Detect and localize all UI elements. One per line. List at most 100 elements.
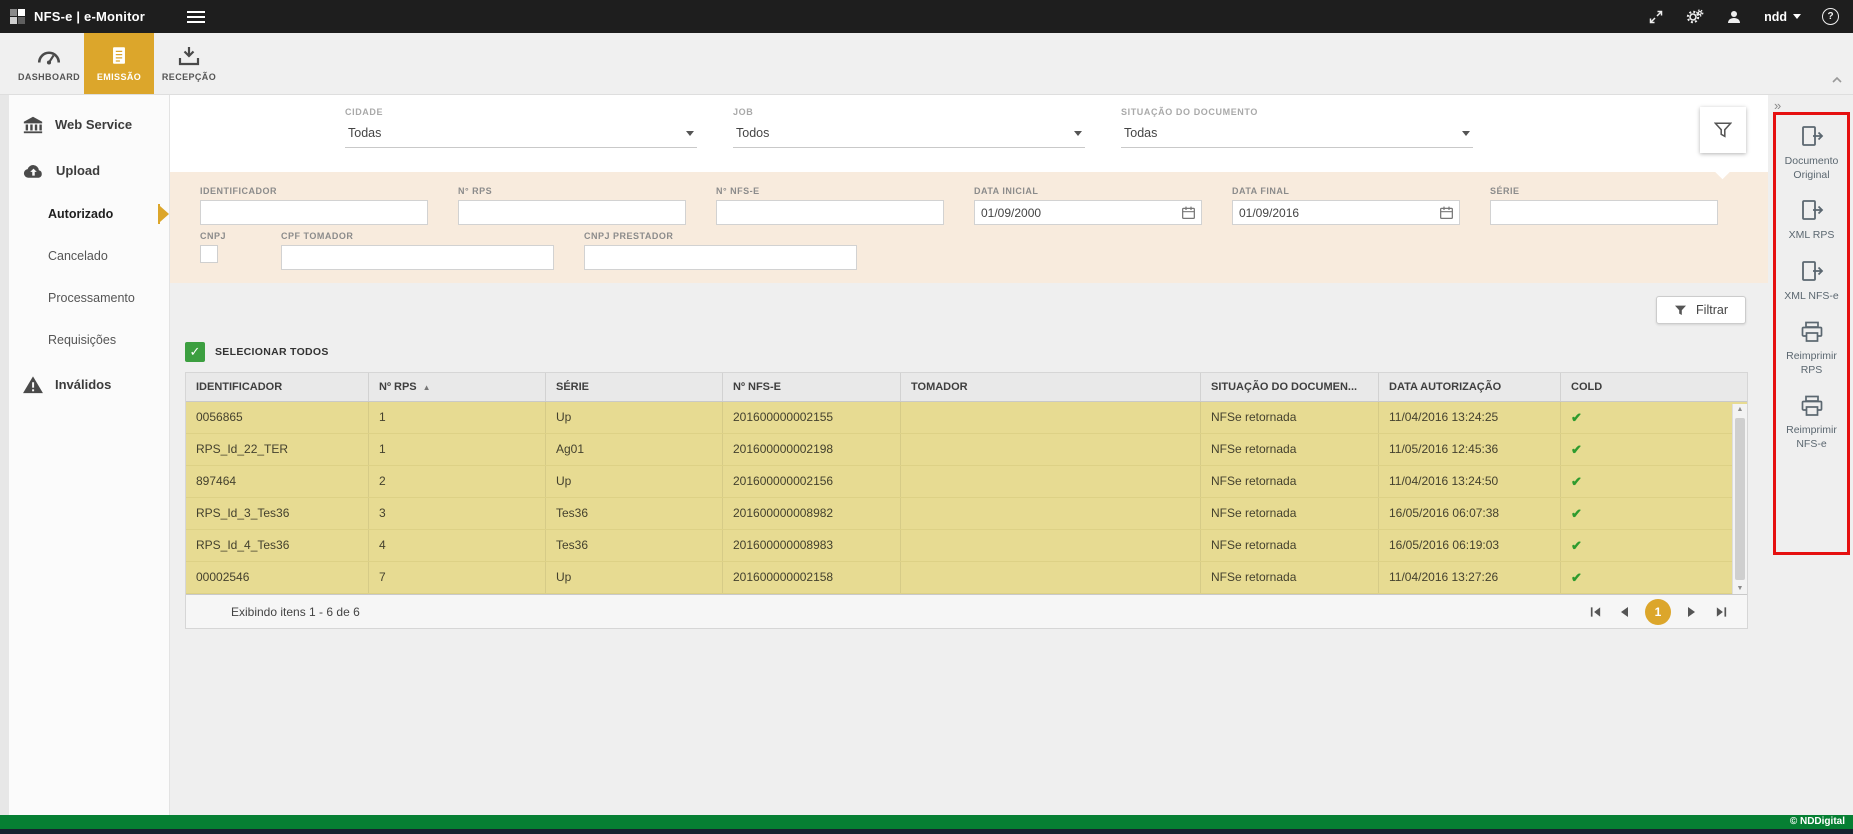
cell-serie: Up xyxy=(546,402,723,433)
tab-label: RECEPÇÃO xyxy=(162,72,216,82)
next-page-button[interactable] xyxy=(1684,604,1700,620)
previous-page-button[interactable] xyxy=(1616,604,1632,620)
data-inicial-input[interactable] xyxy=(974,200,1202,225)
column-header-rps[interactable]: Nº RPS▲ xyxy=(369,373,546,401)
cell-rps: 1 xyxy=(369,402,546,433)
action-label: XML RPS xyxy=(1789,228,1835,242)
menu-hamburger-icon[interactable] xyxy=(187,8,205,26)
sidebar-item-processamento[interactable]: Processamento xyxy=(0,277,169,319)
column-header-tomador[interactable]: TOMADOR xyxy=(901,373,1201,401)
identificador-input[interactable] xyxy=(200,200,428,225)
help-icon[interactable]: ? xyxy=(1822,8,1839,25)
user-menu[interactable]: ndd xyxy=(1764,10,1801,24)
cnpj-prestador-input[interactable] xyxy=(584,245,857,270)
cell-data-autorizacao: 11/05/2016 12:45:36 xyxy=(1379,434,1561,465)
identificador-label: IDENTIFICADOR xyxy=(200,186,428,196)
cold-check-icon: ✔ xyxy=(1561,466,1747,497)
select-all-label: SELECIONAR TODOS xyxy=(215,346,329,358)
cell-tomador xyxy=(901,434,1201,465)
toggle-filters-button[interactable] xyxy=(1700,107,1746,153)
table-row[interactable]: 0056865 1 Up 201600000002155 NFSe retorn… xyxy=(186,402,1747,434)
settings-gears-icon[interactable] xyxy=(1686,8,1704,26)
chevron-down-icon xyxy=(1462,131,1470,136)
cell-identificador: RPS_Id_3_Tes36 xyxy=(186,498,369,529)
sort-ascending-icon: ▲ xyxy=(423,383,431,392)
user-icon[interactable] xyxy=(1725,8,1743,26)
action-documento-original[interactable]: Documento Original xyxy=(1777,125,1847,182)
action-reimprimir-rps[interactable]: Reimprimir RPS xyxy=(1777,320,1847,377)
cidade-select[interactable]: Todas xyxy=(345,122,697,148)
tabbar: DASHBOARD EMISSÃO RECEPÇÃO xyxy=(0,33,1853,95)
column-header-situacao[interactable]: SITUAÇÃO DO DOCUMEN... xyxy=(1201,373,1379,401)
cell-tomador xyxy=(901,466,1201,497)
cell-serie: Ag01 xyxy=(546,434,723,465)
action-xml-nfse[interactable]: XML NFS-e xyxy=(1777,260,1847,303)
situacao-select-value: Todas xyxy=(1124,126,1157,140)
sidebar-item-invalidos[interactable]: Inválidos xyxy=(0,361,169,408)
scroll-down-icon[interactable]: ▼ xyxy=(1733,585,1747,592)
app-title: NFS-e | e-Monitor xyxy=(34,9,145,24)
tab-emissao[interactable]: EMISSÃO xyxy=(84,33,154,94)
rps-label: N° RPS xyxy=(458,186,686,196)
table-row[interactable]: RPS_Id_22_TER 1 Ag01 201600000002198 NFS… xyxy=(186,434,1747,466)
calendar-icon[interactable] xyxy=(1439,205,1454,220)
rps-input[interactable] xyxy=(458,200,686,225)
cell-serie: Up xyxy=(546,562,723,593)
cell-nfse: 201600000002158 xyxy=(723,562,901,593)
column-header-cold[interactable]: COLD xyxy=(1561,373,1747,401)
tab-dashboard[interactable]: DASHBOARD xyxy=(14,33,84,94)
data-final-input[interactable] xyxy=(1232,200,1460,225)
situacao-select[interactable]: Todas xyxy=(1121,122,1473,148)
collapse-toolbar-icon[interactable] xyxy=(1831,72,1843,90)
scroll-up-icon[interactable]: ▲ xyxy=(1733,406,1747,413)
action-reimprimir-nfse[interactable]: Reimprimir NFS-e xyxy=(1777,394,1847,451)
cell-nfse: 201600000008982 xyxy=(723,498,901,529)
cell-tomador xyxy=(901,498,1201,529)
table-pager: Exibindo itens 1 - 6 de 6 1 xyxy=(186,594,1747,628)
tab-recepcao[interactable]: RECEPÇÃO xyxy=(154,33,224,94)
cell-nfse: 201600000002155 xyxy=(723,402,901,433)
filter-selects-row: CIDADE Todas JOB Todos SITUAÇÃO DO DOCUM… xyxy=(170,95,1768,172)
table-row[interactable]: RPS_Id_4_Tes36 4 Tes36 201600000008983 N… xyxy=(186,530,1747,562)
sidebar-item-upload[interactable]: Upload xyxy=(0,148,169,193)
select-all-checkbox[interactable]: ✓ xyxy=(185,342,205,362)
cpf-tomador-input[interactable] xyxy=(281,245,554,270)
scrollbar-thumb[interactable] xyxy=(1735,418,1745,580)
sidebar-item-autorizado[interactable]: Autorizado xyxy=(0,193,169,235)
sidebar-item-cancelado[interactable]: Cancelado xyxy=(0,235,169,277)
collapse-panel-icon[interactable]: » xyxy=(1774,98,1853,113)
topbar: NFS-e | e-Monitor ndd ? xyxy=(0,0,1853,33)
table-row[interactable]: 897464 2 Up 201600000002156 NFSe retorna… xyxy=(186,466,1747,498)
document-icon xyxy=(108,45,130,67)
column-header-nfse[interactable]: Nº NFS-E xyxy=(723,373,901,401)
calendar-icon[interactable] xyxy=(1181,205,1196,220)
sidebar-subitem-label: Requisições xyxy=(48,333,116,347)
current-page-button[interactable]: 1 xyxy=(1645,599,1671,625)
job-select[interactable]: Todos xyxy=(733,122,1085,148)
cnpj-checkbox[interactable] xyxy=(200,245,218,263)
table-row[interactable]: 00002546 7 Up 201600000002158 NFSe retor… xyxy=(186,562,1747,594)
sidebar: Web Service Upload Autorizado Cancelado … xyxy=(0,95,170,815)
filtrar-button[interactable]: Filtrar xyxy=(1656,296,1746,324)
select-all-row: ✓ SELECIONAR TODOS xyxy=(185,342,1768,362)
bank-icon xyxy=(22,115,44,134)
first-page-button[interactable] xyxy=(1587,604,1603,620)
cell-rps: 7 xyxy=(369,562,546,593)
cold-check-icon: ✔ xyxy=(1561,562,1747,593)
sidebar-item-requisicoes[interactable]: Requisições xyxy=(0,319,169,361)
fullscreen-icon[interactable] xyxy=(1647,8,1665,26)
cell-data-autorizacao: 11/04/2016 13:27:26 xyxy=(1379,562,1561,593)
table-scrollbar[interactable]: ▲ ▼ xyxy=(1732,404,1747,594)
cold-check-icon: ✔ xyxy=(1561,402,1747,433)
download-tray-icon xyxy=(177,45,201,67)
sidebar-item-web-service[interactable]: Web Service xyxy=(0,101,169,148)
column-header-data-autorizacao[interactable]: DATA AUTORIZAÇÃO xyxy=(1379,373,1561,401)
action-xml-rps[interactable]: XML RPS xyxy=(1777,199,1847,242)
serie-input[interactable] xyxy=(1490,200,1718,225)
last-page-button[interactable] xyxy=(1713,604,1729,620)
table-row[interactable]: RPS_Id_3_Tes36 3 Tes36 201600000008982 N… xyxy=(186,498,1747,530)
column-header-serie[interactable]: SÉRIE xyxy=(546,373,723,401)
column-header-identificador[interactable]: IDENTIFICADOR xyxy=(186,373,369,401)
nfse-input[interactable] xyxy=(716,200,944,225)
data-final-label: DATA FINAL xyxy=(1232,186,1460,196)
